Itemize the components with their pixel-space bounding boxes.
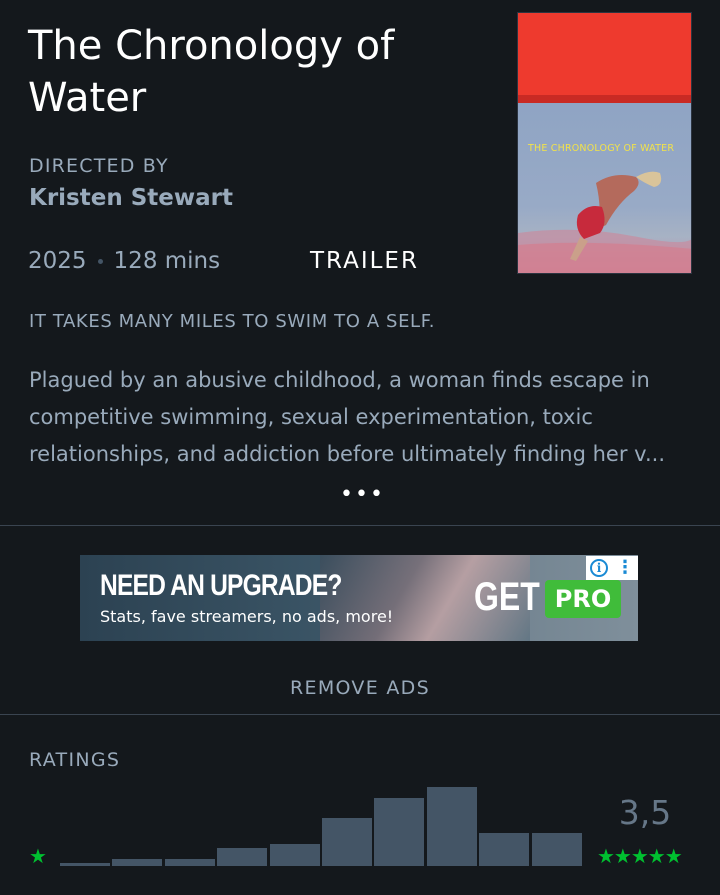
histogram-bar-5[interactable] [269,844,320,866]
ad-headline: NEED AN UPGRADE? [100,569,342,602]
average-rating[interactable]: 3,5 [600,793,690,832]
ad-choices[interactable]: i ⋮ [586,556,638,580]
film-title: The Chronology of Water [28,23,395,121]
release-year[interactable]: 2025 [28,248,87,274]
tagline: IT TAKES MANY MILES TO SWIM TO A SELF. [29,311,436,332]
histogram-bar-10[interactable] [531,833,582,866]
film-poster[interactable]: THE CHRONOLOGY OF WATER [517,12,692,274]
histogram-bar-7[interactable] [374,798,425,866]
poster-title-text: THE CHRONOLOGY OF WATER [528,143,675,154]
histogram-bar-2[interactable] [112,859,163,866]
remove-ads-link[interactable]: REMOVE ADS [0,677,720,699]
histogram-bar-9[interactable] [479,833,530,866]
poster-swimmer-figure [518,171,691,273]
ad-pro-button[interactable]: PRO [545,580,621,618]
histogram-bar-1[interactable] [60,863,110,866]
ratings-heading: RATINGS [29,749,121,771]
histogram-bar-3[interactable] [164,859,215,866]
divider [0,714,720,715]
trailer-button[interactable]: TRAILER [310,248,419,274]
ad-banner[interactable]: NEED AN UPGRADE? Stats, fave streamers, … [80,555,638,641]
film-meta: 2025 128 mins [28,248,220,274]
divider [0,525,720,526]
directed-by-label: DIRECTED BY [29,155,169,177]
min-star-icon: ★ [29,844,47,868]
histogram-bar-8[interactable] [426,787,477,866]
ad-subline: Stats, fave streamers, no ads, more! [100,607,394,626]
more-button[interactable]: ••• [340,482,385,507]
meta-separator [97,258,103,264]
histogram-bar-4[interactable] [217,848,268,866]
max-stars-icon: ★★★★★ [597,844,683,868]
histogram-bar-6[interactable] [322,818,372,866]
ratings-histogram [60,780,584,866]
director-link[interactable]: Kristen Stewart [29,185,233,211]
poster-red-band [518,13,691,103]
synopsis: Plagued by an abusive childhood, a woman… [29,368,665,466]
kebab-icon[interactable]: ⋮ [616,559,634,577]
info-icon[interactable]: i [590,559,608,577]
ad-get-text: GET [474,575,540,619]
runtime: 128 mins [113,248,221,274]
